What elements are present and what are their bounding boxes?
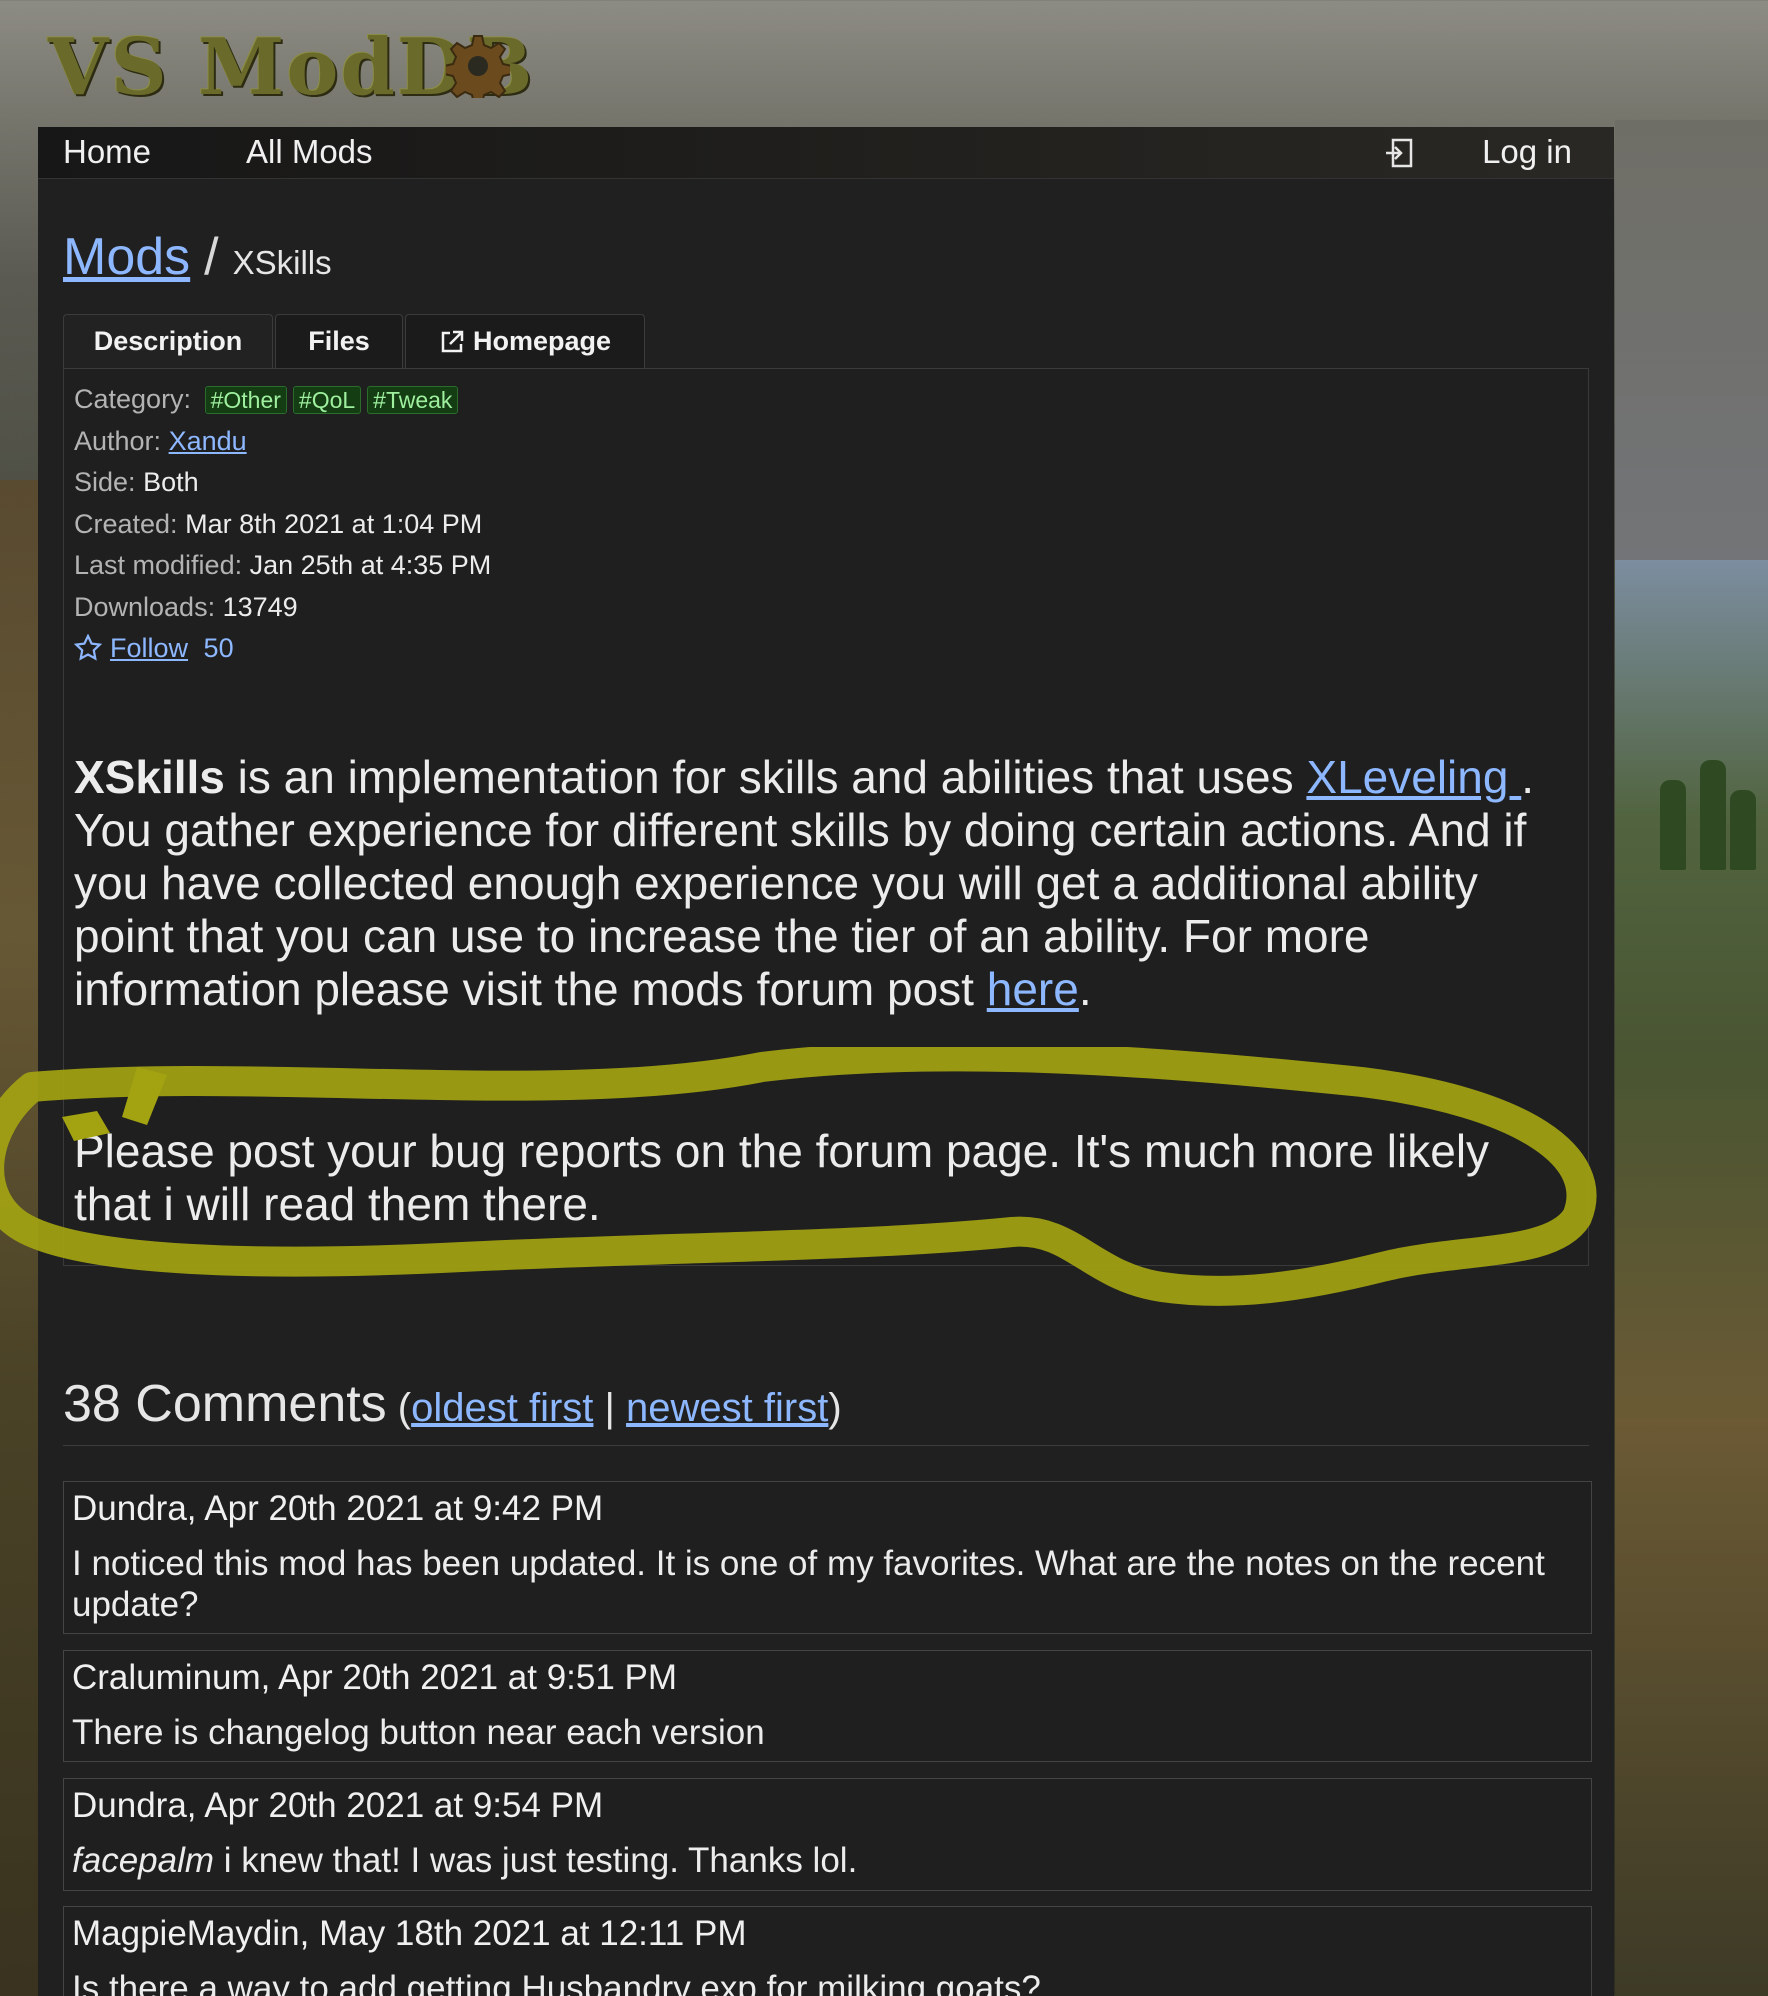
description-panel: Category: #Other #QoL #Tweak Author: Xandu… — [63, 368, 1589, 1266]
meta-category-row: Category: #Other #QoL #Tweak — [74, 379, 491, 421]
follow-row: Follow 50 — [73, 628, 491, 670]
description-text-1: is an implementation for skills and abil… — [224, 751, 1307, 803]
breadcrumb-mods-link[interactable]: Mods — [63, 228, 190, 286]
tree-icon — [1700, 760, 1726, 870]
author-link[interactable]: Xandu — [169, 426, 247, 456]
tag-qol[interactable]: #QoL — [292, 386, 362, 414]
comment-header: Dundra, Apr 20th 2021 at 9:54 PM — [72, 1786, 604, 1825]
star-icon[interactable] — [73, 633, 103, 662]
downloads-value: 13749 — [222, 591, 298, 622]
meta-created-row: Created: Mar 8th 2021 at 1:04 PM — [74, 504, 491, 546]
comment-body: Is there a way to add getting Husbandry … — [72, 1969, 1041, 1996]
tab-files-label: Files — [308, 326, 370, 356]
breadcrumb-current: XSkills — [232, 244, 332, 281]
comment-header: Dundra, Apr 20th 2021 at 9:42 PM — [72, 1489, 604, 1528]
top-navbar: Home All Mods Log in — [38, 127, 1614, 179]
comment-body-text: i knew that! I was just testing. Thanks … — [214, 1841, 858, 1880]
gear-icon — [446, 35, 510, 98]
comment-header: Craluminum, Apr 20th 2021 at 9:51 PM — [72, 1658, 678, 1697]
author-label: Author: — [74, 425, 162, 456]
comment-body: facepalm i knew that! I was just testing… — [72, 1840, 1583, 1881]
description-text-end: . — [1078, 963, 1092, 1015]
bug-report-note: Please post your bug reports on the foru… — [74, 1125, 1490, 1230]
comment-item: Dundra, Apr 20th 2021 at 9:54 PM facepal… — [63, 1778, 1592, 1891]
comments-count: 38 Comments — [63, 1375, 387, 1433]
comment-item: Dundra, Apr 20th 2021 at 9:42 PM I notic… — [63, 1481, 1592, 1634]
sort-divider: | — [593, 1386, 627, 1430]
external-link-icon — [441, 330, 464, 352]
comment-emphasis: facepalm — [72, 1841, 215, 1880]
forum-post-link[interactable]: here — [987, 963, 1079, 1015]
breadcrumb: Mods / XSkills — [63, 227, 332, 287]
meta-side-row: Side: Both — [74, 462, 491, 504]
side-label: Side: — [74, 467, 136, 497]
meta-author-row: Author: Xandu — [74, 421, 491, 463]
tag-other[interactable]: #Other — [204, 386, 287, 414]
meta-downloads-row: Downloads: 13749 — [74, 587, 491, 629]
sort-oldest-link[interactable]: oldest first — [411, 1386, 593, 1430]
login-icon[interactable] — [1384, 137, 1414, 169]
tab-homepage[interactable]: Homepage — [405, 314, 645, 368]
sort-close-paren: ) — [828, 1386, 842, 1430]
main-panel: Home All Mods Log in Mods / XSkills Descri… — [38, 127, 1614, 1996]
mod-name-bold: XSkills — [74, 751, 225, 803]
description-paragraph: XSkills is an implementation for skills … — [74, 751, 1574, 1016]
sort-newest-link[interactable]: newest first — [626, 1386, 828, 1430]
background-sky-right — [1615, 120, 1768, 560]
comment-body: I noticed this mod has been updated. It … — [72, 1544, 1545, 1624]
tab-homepage-label: Homepage — [472, 326, 612, 356]
tab-description-label: Description — [93, 326, 243, 356]
comments-header: 38 Comments (oldest first | newest first… — [63, 1374, 1589, 1446]
downloads-label: Downloads: — [74, 591, 216, 622]
follow-link[interactable]: Follow — [110, 633, 188, 663]
meta-modified-row: Last modified: Jan 25th at 4:35 PM — [74, 545, 491, 587]
tree-icon — [1730, 790, 1756, 870]
modified-value: Jan 25th at 4:35 PM — [249, 550, 492, 580]
tab-description[interactable]: Description — [63, 314, 273, 368]
sort-open-paren: ( — [386, 1386, 412, 1430]
mod-meta: Category: #Other #QoL #Tweak Author: Xandu… — [73, 379, 491, 670]
nav-all-mods-link[interactable]: All Mods — [246, 133, 373, 171]
created-value: Mar 8th 2021 at 1:04 PM — [185, 508, 483, 539]
tag-tweak[interactable]: #Tweak — [367, 386, 459, 414]
comment-header: MagpieMaydin, May 18th 2021 at 12:11 PM — [72, 1914, 747, 1953]
breadcrumb-separator: / — [204, 228, 219, 286]
comment-body: There is changelog button near each vers… — [72, 1713, 765, 1752]
comment-item: Craluminum, Apr 20th 2021 at 9:51 PM The… — [63, 1650, 1592, 1762]
follow-count: 50 — [203, 633, 234, 663]
created-label: Created: — [74, 508, 178, 539]
xleveling-link[interactable]: XLeveling — [1306, 751, 1521, 803]
tab-files[interactable]: Files — [275, 314, 403, 368]
category-label: Category: — [74, 384, 192, 414]
login-link[interactable]: Log in — [1482, 133, 1572, 171]
background-scenery-right — [1615, 560, 1768, 1996]
comment-item: MagpieMaydin, May 18th 2021 at 12:11 PM … — [63, 1906, 1592, 1996]
tree-icon — [1660, 780, 1686, 870]
modified-label: Last modified: — [74, 550, 243, 580]
nav-home-link[interactable]: Home — [63, 133, 151, 171]
side-value: Both — [143, 467, 199, 497]
